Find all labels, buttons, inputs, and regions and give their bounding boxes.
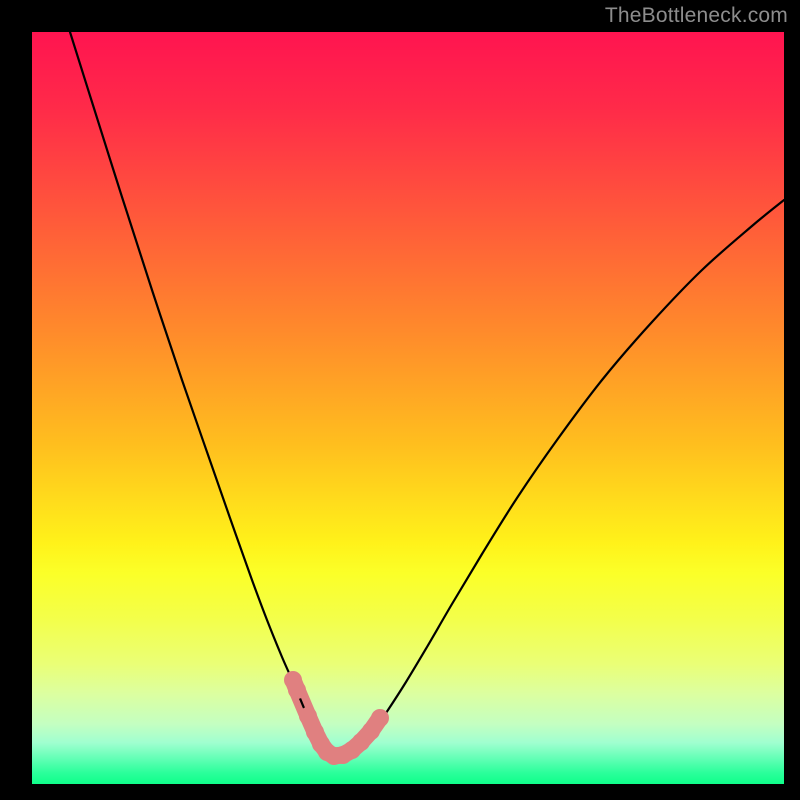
plot-area xyxy=(32,32,784,784)
watermark-text: TheBottleneck.com xyxy=(605,4,788,28)
curve-layer xyxy=(32,32,784,784)
chart-frame: TheBottleneck.com xyxy=(0,0,800,800)
bottleneck-curve xyxy=(70,32,784,758)
highlight-markers-over xyxy=(284,671,389,765)
